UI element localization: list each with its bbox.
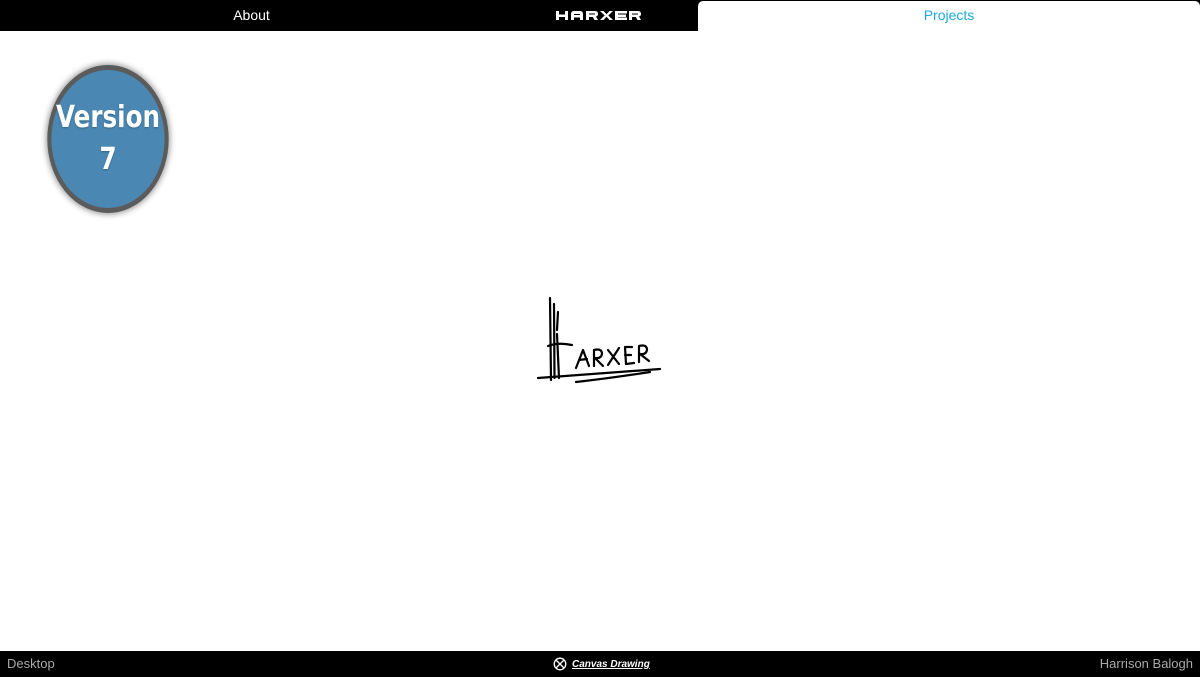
version-badge: Version 7 bbox=[47, 65, 169, 213]
footer-canvas-drawing-link[interactable]: Canvas Drawing bbox=[553, 651, 650, 677]
nav-projects-tab[interactable]: Projects bbox=[698, 1, 1200, 31]
page: About Projects Version 7 Desktop Canvas … bbox=[0, 0, 1200, 677]
handwritten-signature-logo bbox=[536, 296, 662, 384]
footer-desktop-link[interactable]: Desktop bbox=[7, 651, 55, 677]
crossed-circle-icon bbox=[553, 657, 567, 671]
version-badge-number: 7 bbox=[99, 142, 117, 177]
top-nav: About Projects bbox=[0, 0, 1200, 31]
version-badge-label: Version bbox=[55, 100, 160, 135]
nav-about-link[interactable]: About bbox=[0, 0, 503, 30]
footer-author-link[interactable]: Harrison Balogh bbox=[1100, 651, 1193, 677]
footer: Desktop Canvas Drawing Harrison Balogh bbox=[0, 651, 1200, 677]
nav-logo[interactable] bbox=[503, 0, 697, 30]
footer-canvas-drawing-label: Canvas Drawing bbox=[572, 658, 650, 670]
harxer-wordmark-logo bbox=[556, 11, 641, 20]
